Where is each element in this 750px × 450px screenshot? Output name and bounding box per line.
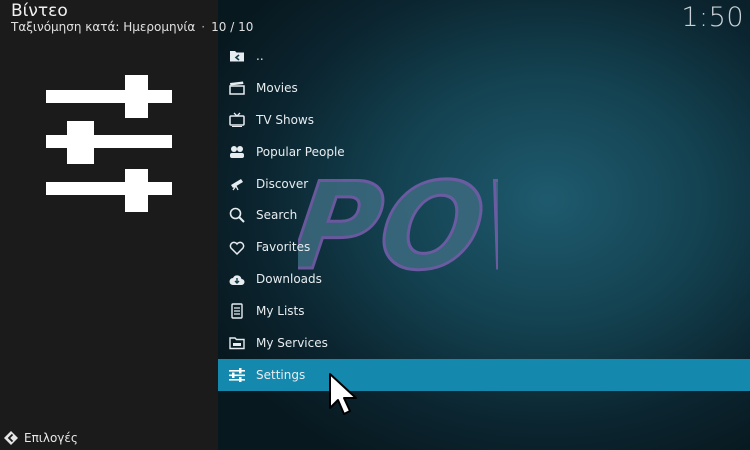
separator: · — [201, 20, 206, 34]
menu-item-discover[interactable]: Discover — [218, 168, 750, 200]
item-count: 10 / 10 — [211, 20, 254, 34]
menu-item-label: Movies — [256, 80, 298, 95]
menu-item-label: .. — [256, 48, 264, 63]
sort-label: Ταξινόμηση κατά: Ημερομηνία — [11, 20, 196, 34]
telescope-icon — [227, 174, 247, 194]
menu-item-label: Search — [256, 208, 298, 223]
sliders-icon — [227, 365, 247, 385]
menu-item-search[interactable]: Search — [218, 199, 750, 231]
folder-services-icon — [227, 333, 247, 353]
menu-item-favorites[interactable]: Favorites — [218, 231, 750, 263]
menu-item-label: Discover — [256, 176, 309, 191]
menu-item-label: Downloads — [256, 272, 322, 287]
menu-item-label: Settings — [256, 367, 306, 382]
menu-item-label: My Services — [256, 335, 328, 350]
people-icon — [227, 142, 247, 162]
clock: 1:50 — [681, 2, 744, 33]
folder-back-icon — [227, 46, 247, 66]
options-label: Επιλογές — [24, 431, 78, 445]
mouse-pointer-icon — [329, 373, 357, 415]
options-button[interactable]: Επιλογές — [4, 431, 78, 445]
list-icon — [227, 301, 247, 321]
cloud-download-icon — [227, 269, 247, 289]
tv-icon — [227, 110, 247, 130]
window-title: Βίντεο — [11, 1, 68, 21]
menu-item-my-services[interactable]: My Services — [218, 327, 750, 359]
heart-icon — [227, 237, 247, 257]
options-arrow-icon — [4, 431, 18, 445]
sliders-large-icon — [46, 75, 172, 212]
menu-item-parent[interactable]: .. — [218, 40, 750, 72]
main-menu-list: .. Movies TV Shows Popular People Discov… — [218, 40, 750, 391]
menu-item-label: TV Shows — [256, 112, 314, 127]
menu-item-settings[interactable]: Settings — [218, 358, 750, 391]
sort-info[interactable]: Ταξινόμηση κατά: Ημερομηνία · 10 / 10 — [11, 20, 253, 34]
clapperboard-icon — [227, 78, 247, 98]
menu-item-popular-people[interactable]: Popular People — [218, 136, 750, 168]
menu-item-movies[interactable]: Movies — [218, 72, 750, 104]
menu-item-tv-shows[interactable]: TV Shows — [218, 104, 750, 136]
menu-item-downloads[interactable]: Downloads — [218, 263, 750, 295]
info-panel — [0, 0, 218, 450]
search-icon — [227, 205, 247, 225]
menu-item-label: Favorites — [256, 240, 311, 255]
menu-item-label: Popular People — [256, 144, 345, 159]
menu-item-label: My Lists — [256, 304, 305, 319]
menu-item-my-lists[interactable]: My Lists — [218, 295, 750, 327]
